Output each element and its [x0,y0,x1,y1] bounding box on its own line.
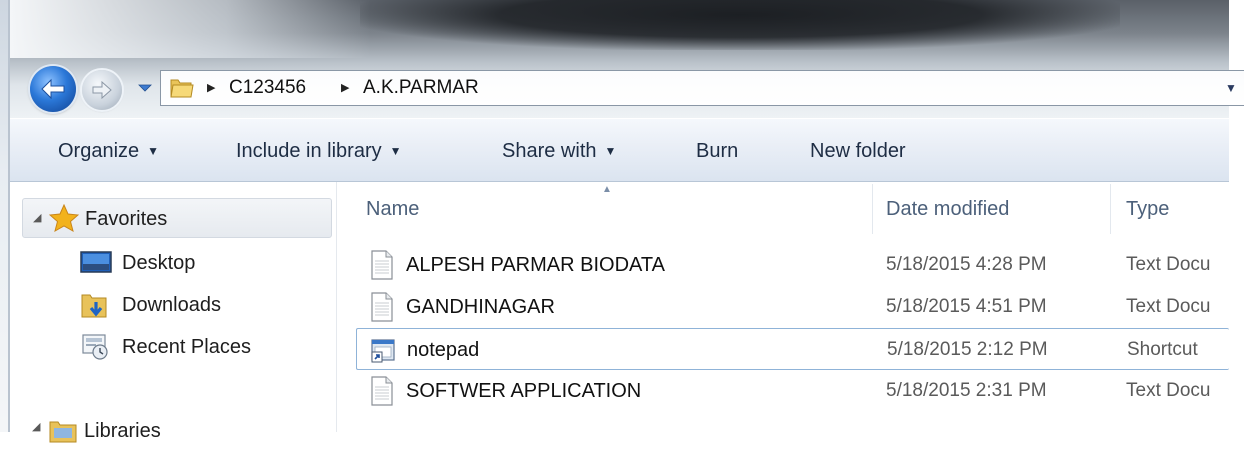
chevron-down-icon [138,84,152,92]
folder-icon [170,79,194,98]
column-divider[interactable] [1110,184,1111,234]
shortcut-icon [371,339,395,363]
share-with-label: Share with [502,140,597,162]
file-name: GANDHINAGAR [406,296,555,318]
new-folder-button[interactable]: New folder [810,119,906,181]
file-date-modified: 5/18/2015 4:28 PM [886,254,1047,275]
breadcrumb-c123456[interactable]: C123456 [229,71,306,105]
sidebar-item-recent-places[interactable]: Recent Places [80,328,330,366]
file-row[interactable]: SOFTWER APPLICATION 5/18/2015 2:31 PM Te… [356,370,1229,412]
include-in-library-label: Include in library [236,140,382,162]
file-name: notepad [407,339,480,361]
file-name: SOFTWER APPLICATION [406,380,642,402]
libraries-header[interactable]: ◢ Libraries [22,412,322,452]
file-date-modified: 5/18/2015 2:12 PM [887,339,1048,360]
recent-places-icon [82,334,108,360]
breadcrumb-separator-icon[interactable]: ▶ [207,71,215,105]
sidebar-item-label: Downloads [122,294,221,316]
text-document-icon [371,292,393,322]
address-bar[interactable]: ▶ C123456 ▶ A.K.PARMAR ▼ [160,70,1244,106]
chevron-down-icon: ▼ [389,144,402,158]
favorites-header[interactable]: ◢ Favorites [22,198,332,238]
expanded-triangle-icon[interactable]: ◢ [32,420,40,433]
file-type: Text Docu [1126,296,1211,317]
organize-button[interactable]: Organize ▼ [58,119,159,181]
file-date-modified: 5/18/2015 2:31 PM [886,380,1047,401]
column-header-name[interactable]: Name [366,182,419,238]
desktop-icon [80,251,112,273]
text-document-icon [371,376,393,406]
column-header-date-modified[interactable]: Date modified [886,182,1009,238]
share-with-button[interactable]: Share with ▼ [502,119,616,181]
command-bar: Organize ▼ Include in library ▼ Share with… [10,118,1229,182]
sidebar-item-desktop[interactable]: Desktop [80,244,330,282]
sidebar-item-label: Recent Places [122,336,251,358]
expanded-triangle-icon[interactable]: ◢ [33,211,41,224]
sort-ascending-icon: ▲ [602,184,612,195]
address-dropdown-icon[interactable]: ▼ [1225,71,1237,105]
column-divider[interactable] [872,184,873,234]
window-left-frame [0,0,10,432]
file-type: Text Docu [1126,254,1211,275]
include-in-library-button[interactable]: Include in library ▼ [236,119,402,181]
chevron-down-icon: ▼ [147,144,160,158]
chevron-down-icon: ▼ [604,144,617,158]
navigation-pane: ◢ Favorites Desktop Downloads Recent Pla… [10,182,336,443]
file-type: Shortcut [1127,339,1198,360]
sidebar-item-label: Desktop [122,252,196,274]
file-type: Text Docu [1126,380,1211,401]
burn-button[interactable]: Burn [696,119,738,181]
arrow-right-icon [92,81,112,99]
window-right-edge [1229,0,1244,432]
sidebar-item-downloads[interactable]: Downloads [80,286,330,324]
back-button[interactable] [30,66,76,112]
arrow-left-icon [41,78,65,100]
file-row[interactable]: ALPESH PARMAR BIODATA 5/18/2015 4:28 PM … [356,244,1229,286]
breadcrumb-separator-icon[interactable]: ▶ [341,71,349,105]
text-document-icon [371,250,393,280]
file-row[interactable]: notepad 5/18/2015 2:12 PM Shortcut [356,328,1229,370]
forward-button[interactable] [82,70,122,110]
file-row[interactable]: GANDHINAGAR 5/18/2015 4:51 PM Text Docu [356,286,1229,328]
recent-pages-dropdown[interactable] [136,78,154,98]
pane-divider[interactable] [336,182,337,432]
libraries-icon [49,421,77,443]
favorites-label: Favorites [85,208,168,230]
file-name: ALPESH PARMAR BIODATA [406,254,665,276]
star-icon [49,204,79,232]
column-header-type[interactable]: Type [1126,182,1169,238]
downloads-folder-icon [81,294,107,318]
breadcrumb-ak-parmar[interactable]: A.K.PARMAR [363,71,479,105]
file-date-modified: 5/18/2015 4:51 PM [886,296,1047,317]
organize-label: Organize [58,140,140,162]
